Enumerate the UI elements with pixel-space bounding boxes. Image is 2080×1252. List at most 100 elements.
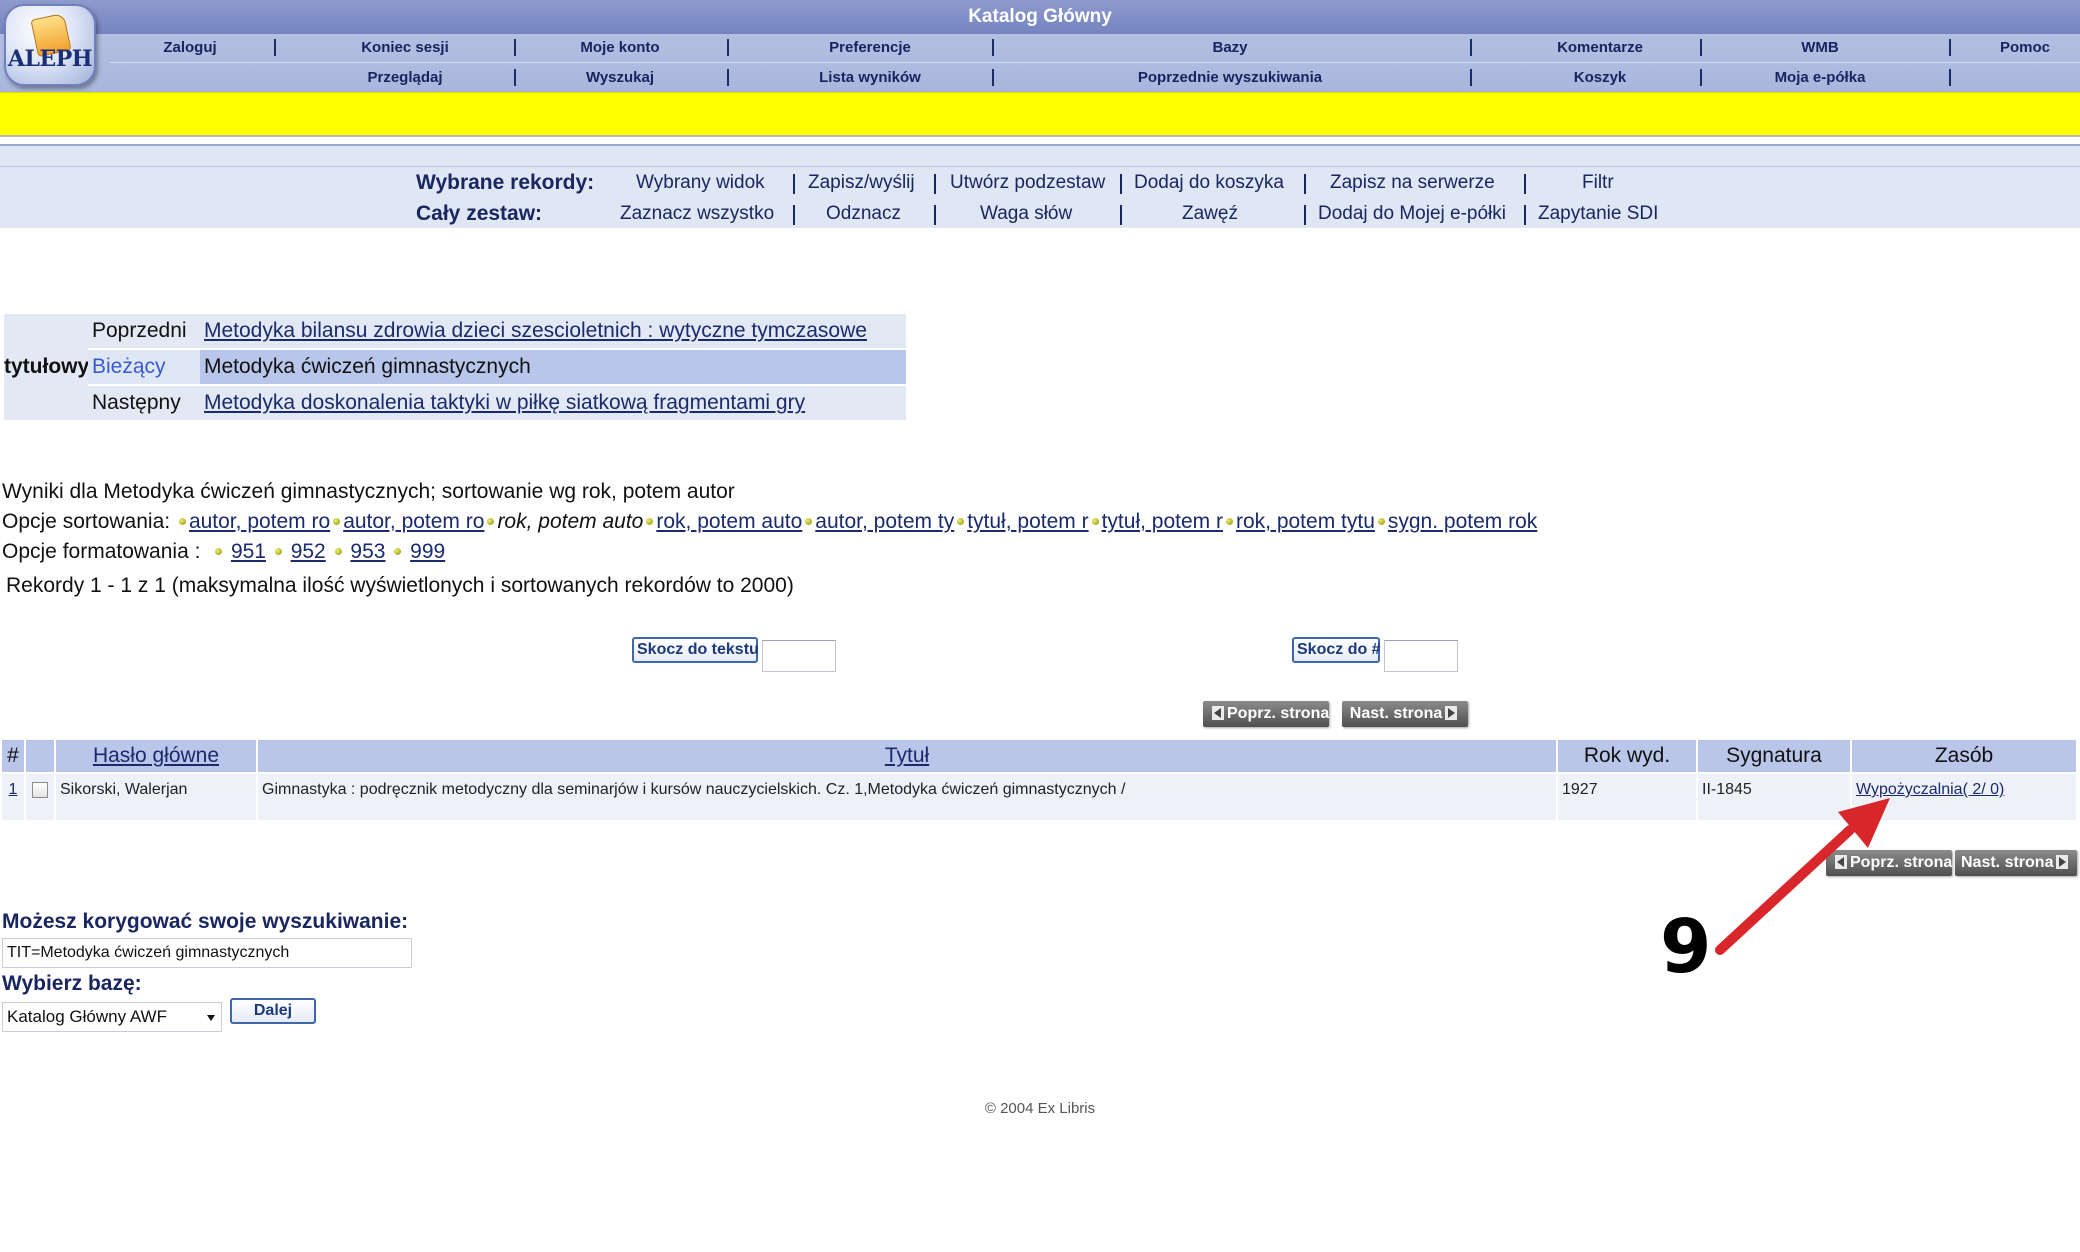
prev-page-button-top[interactable]: Poprz. strona: [1203, 701, 1329, 727]
add-to-basket-link[interactable]: Dodaj do koszyka: [1134, 168, 1284, 198]
logo-text: ALEPH: [7, 46, 93, 72]
refine-link[interactable]: Zawęź: [1182, 199, 1238, 229]
selected-view-link[interactable]: Wybrany widok: [636, 168, 765, 198]
browse-previous-link[interactable]: Metodyka bilansu zdrowia dzieci szesciol…: [200, 314, 906, 348]
toolbar-separator: [1524, 205, 1526, 225]
jump-to-number-input[interactable]: [1384, 640, 1458, 672]
bullet-icon: [487, 517, 495, 525]
nav-separator: [992, 39, 994, 56]
nav-end-session[interactable]: Koniec sesji: [340, 33, 470, 62]
nav-separator: [727, 39, 729, 56]
nav-previous-searches[interactable]: Poprzednie wyszukiwania: [1110, 63, 1350, 92]
add-to-eshelf-link[interactable]: Dodaj do Mojej e-półki: [1318, 199, 1506, 229]
toolbar-separator: [1304, 205, 1306, 225]
nav-separator: [514, 39, 516, 56]
sort-option[interactable]: sygn. potem rok: [1388, 510, 1537, 533]
browse-index-label: tytułowy: [4, 314, 89, 420]
nav-my-eshelf[interactable]: Moja e-półka: [1760, 63, 1880, 92]
table-row-number[interactable]: 1: [2, 774, 24, 820]
record-number-link[interactable]: 1: [9, 781, 18, 798]
jump-to-number-button[interactable]: Skocz do #: [1292, 637, 1381, 663]
whole-set-label: Cały zestaw:: [416, 202, 543, 225]
format-option[interactable]: 999: [410, 540, 445, 563]
nav-help[interactable]: Pomoc: [1980, 33, 2070, 62]
bullet-icon: [394, 547, 402, 555]
bullet-icon: [1091, 517, 1099, 525]
nav-search[interactable]: Wyszukaj: [550, 63, 690, 92]
arrow-right-icon: [2056, 855, 2069, 869]
arrow-left-icon: [1212, 706, 1224, 720]
choose-database-label: Wybierz bazę:: [2, 972, 142, 995]
format-options-label: Opcje formatowania :: [2, 540, 201, 563]
sort-by-heading-link[interactable]: Hasło główne: [93, 744, 219, 767]
save-on-server-link[interactable]: Zapisz na serwerze: [1330, 168, 1495, 198]
browse-next-link[interactable]: Metodyka doskonalenia taktyki w piłkę si…: [200, 386, 906, 420]
next-page-label: Nast. strona: [1349, 705, 1443, 722]
table-row-year: 1927: [1558, 774, 1696, 820]
next-page-label: Nast. strona: [1961, 854, 2054, 871]
jump-to-text-button[interactable]: Skocz do tekstu: [632, 637, 759, 663]
bullet-icon: [274, 547, 282, 555]
sort-option[interactable]: tytuł, potem r: [1102, 510, 1223, 533]
toolbar-separator: [934, 174, 936, 194]
database-selected-value: Katalog Główny AWF: [7, 1007, 167, 1026]
sdi-query-link[interactable]: Zapytanie SDI: [1538, 199, 1658, 229]
next-page-button-top[interactable]: Nast. strona: [1342, 701, 1468, 727]
select-all-link[interactable]: Zaznacz wszystko: [620, 199, 774, 229]
arrow-right-icon: [1445, 706, 1458, 720]
nav-separator: [1949, 39, 1951, 56]
sort-option[interactable]: autor, potem ty: [815, 510, 954, 533]
nav-row-2: Przeglądaj Wyszukaj Lista wyników Poprze…: [110, 62, 2080, 91]
nav-separator: [274, 39, 276, 56]
database-select[interactable]: Katalog Główny AWF: [2, 1002, 222, 1032]
prev-page-label: Poprz. strona: [1227, 705, 1330, 722]
sort-by-title-link[interactable]: Tytuł: [885, 744, 929, 767]
jump-to-text-input[interactable]: [762, 640, 836, 672]
nav-separator: [1700, 69, 1702, 86]
nav-separator: [1470, 69, 1472, 86]
format-option[interactable]: 951: [231, 540, 266, 563]
results-heading: Wyniki dla Metodyka ćwiczeń gimnastyczny…: [2, 480, 735, 503]
nav-login[interactable]: Zaloguj: [130, 33, 250, 62]
nav-comments[interactable]: Komentarze: [1530, 33, 1670, 62]
nav-separator: [992, 69, 994, 86]
nav-databases[interactable]: Bazy: [1170, 33, 1290, 62]
sort-option[interactable]: rok, potem auto: [656, 510, 802, 533]
col-header-main-heading[interactable]: Hasło główne: [56, 740, 256, 772]
submit-button[interactable]: Dalej: [230, 998, 316, 1024]
format-options-line: Opcje formatowania : 951 952 953 999: [2, 538, 445, 566]
sort-option[interactable]: rok, potem tytu: [1236, 510, 1375, 533]
nav-results-list[interactable]: Lista wyników: [790, 63, 950, 92]
col-header-holdings: Zasób: [1852, 740, 2076, 772]
create-subset-link[interactable]: Utwórz podzestaw: [950, 168, 1105, 198]
nav-preferences[interactable]: Preferencje: [800, 33, 940, 62]
format-option[interactable]: 952: [291, 540, 326, 563]
save-send-link[interactable]: Zapisz/wyślij: [808, 168, 915, 198]
col-header-title[interactable]: Tytuł: [258, 740, 1556, 772]
nav-my-account[interactable]: Moje konto: [550, 33, 690, 62]
deselect-link[interactable]: Odznacz: [826, 199, 901, 229]
col-header-number: #: [2, 740, 24, 772]
sort-option[interactable]: autor, potem ro: [343, 510, 484, 533]
sort-option[interactable]: autor, potem ro: [189, 510, 330, 533]
footer-copyright: © 2004 Ex Libris: [984, 1100, 1096, 1117]
nav-separator: [1470, 39, 1472, 56]
message-bar: [0, 92, 2080, 137]
col-header-year: Rok wyd.: [1558, 740, 1696, 772]
browse-row-current: Bieżący Metodyka ćwiczeń gimnastycznych: [88, 350, 906, 384]
browse-previous-label: Poprzedni: [92, 319, 187, 342]
nav-basket[interactable]: Koszyk: [1530, 63, 1670, 92]
filter-link[interactable]: Filtr: [1582, 168, 1614, 198]
format-option[interactable]: 953: [350, 540, 385, 563]
search-query-input[interactable]: TIT=Metodyka ćwiczeń gimnastycznych: [2, 938, 412, 968]
aleph-logo[interactable]: ALEPH: [4, 4, 96, 86]
nav-wmb[interactable]: WMB: [1770, 33, 1870, 62]
table-row-author: Sikorski, Walerjan: [56, 774, 256, 820]
record-checkbox[interactable]: [32, 782, 48, 798]
nav-browse[interactable]: Przeglądaj: [340, 63, 470, 92]
word-weight-link[interactable]: Waga słów: [980, 199, 1072, 229]
toolbar-separator: [1304, 174, 1306, 194]
next-page-button-bottom[interactable]: Nast. strona: [1955, 850, 2077, 876]
sort-option[interactable]: tytuł, potem r: [967, 510, 1088, 533]
browse-next-label: Następny: [92, 391, 181, 414]
